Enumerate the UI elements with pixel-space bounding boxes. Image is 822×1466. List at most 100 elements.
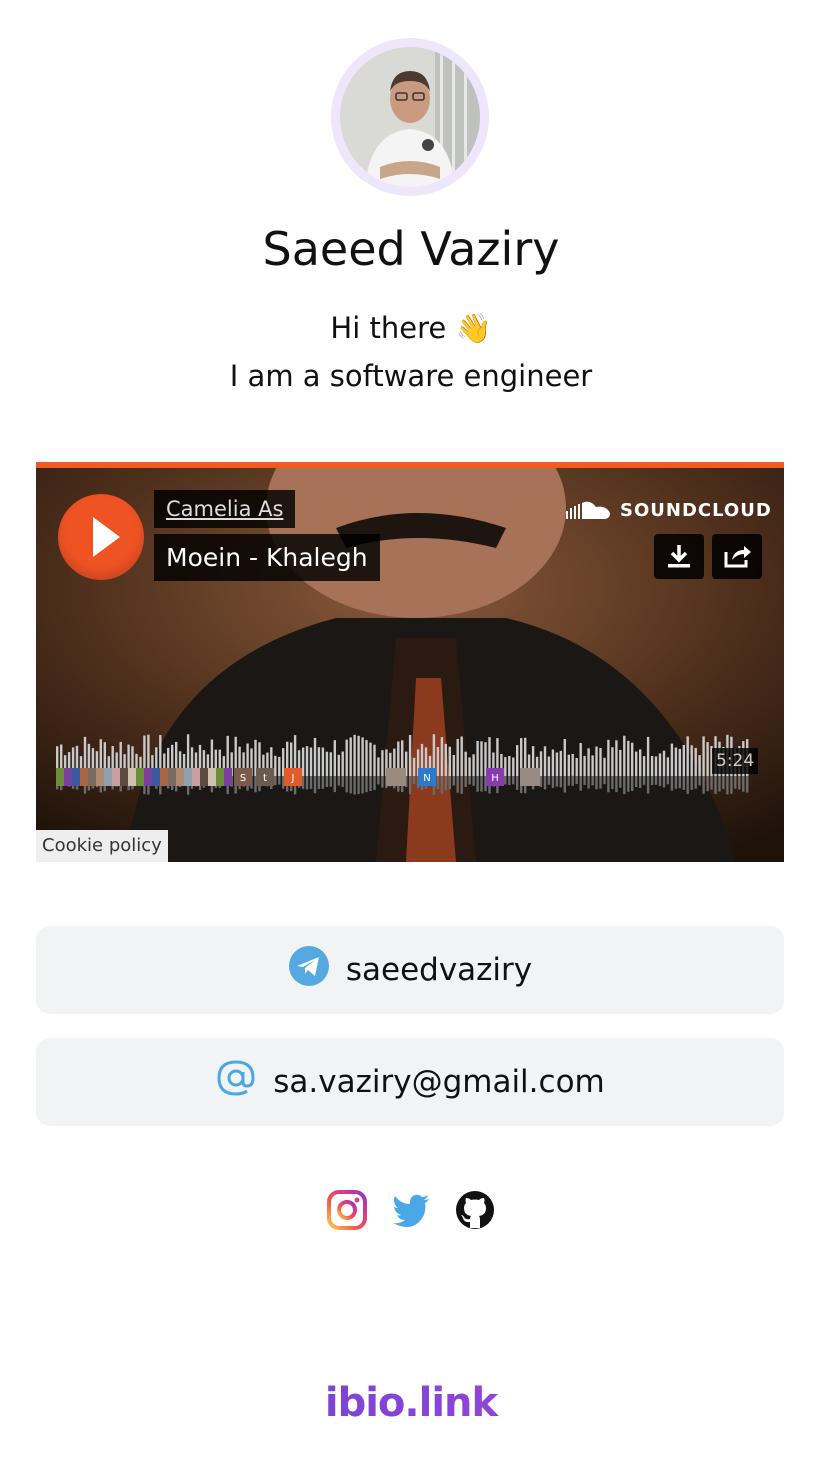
waveform-bar — [571, 754, 574, 776]
waveform-bar-reflection — [635, 776, 638, 787]
telegram-icon — [288, 945, 330, 995]
soundcloud-player[interactable]: Camelia As Moein - Khalegh SOUNDCLOUD St… — [36, 462, 784, 862]
comment-avatar[interactable] — [88, 768, 96, 786]
waveform-bar-reflection — [472, 776, 475, 786]
soundcloud-logo[interactable]: SOUNDCLOUD — [566, 498, 772, 522]
comment-marker-initial: N — [423, 773, 430, 784]
waveform-bar-reflection — [670, 776, 674, 791]
waveform-bar-reflection — [539, 776, 543, 788]
waveform-bar — [516, 745, 519, 776]
waveform-bar-reflection — [309, 776, 313, 789]
comment-avatar[interactable] — [208, 768, 216, 786]
comment-avatar[interactable] — [184, 768, 192, 786]
social-links — [0, 1190, 822, 1230]
comment-avatar[interactable] — [128, 768, 136, 786]
waveform-bar-reflection — [567, 776, 570, 786]
track-uploader-link[interactable]: Camelia As — [154, 490, 296, 528]
waveform-bar — [583, 755, 586, 776]
comment-avatar[interactable] — [80, 768, 88, 786]
comment-avatar[interactable] — [192, 768, 200, 786]
github-icon[interactable] — [455, 1190, 495, 1230]
waveform[interactable]: St J N H — [56, 712, 750, 802]
waveform-bar-reflection — [361, 776, 364, 794]
waveform-bar-reflection — [738, 776, 741, 790]
waveform-bar-reflection — [381, 776, 384, 788]
waveform-bar-reflection — [329, 776, 332, 787]
waveform-bar — [539, 751, 543, 776]
telegram-link-button[interactable]: saeedvaziry — [36, 926, 784, 1014]
waveform-bar — [682, 745, 685, 776]
waveform-bar — [325, 751, 329, 776]
at-sign-icon — [215, 1057, 257, 1107]
waveform-bar — [365, 740, 368, 776]
waveform-bar-reflection — [706, 776, 709, 792]
comment-avatar[interactable] — [176, 768, 184, 786]
download-button[interactable] — [654, 534, 704, 579]
waveform-bar — [377, 757, 380, 776]
share-button[interactable] — [712, 534, 762, 579]
track-title-link[interactable]: Moein - Khalegh — [154, 534, 380, 581]
comment-avatar[interactable] — [64, 768, 72, 786]
comment-avatar[interactable] — [168, 768, 176, 786]
comment-avatar[interactable] — [104, 768, 112, 786]
waveform-bar — [381, 750, 384, 776]
comment-avatar[interactable] — [72, 768, 80, 786]
comment-avatar[interactable] — [56, 768, 64, 786]
email-link-button[interactable]: sa.vaziry@gmail.com — [36, 1038, 784, 1126]
comment-avatar[interactable] — [136, 768, 144, 786]
waveform-bar-reflection — [377, 776, 380, 785]
comment-avatar[interactable] — [120, 768, 128, 786]
comment-avatar[interactable] — [160, 768, 168, 786]
waveform-bar-reflection — [619, 776, 622, 788]
track-duration: 5:24 — [712, 748, 759, 774]
instagram-icon[interactable] — [327, 1190, 367, 1230]
waveform-bar — [639, 749, 642, 776]
waveform-bar-reflection — [607, 776, 610, 793]
comment-avatar[interactable] — [200, 768, 208, 786]
waveform-bar-reflection — [448, 776, 451, 790]
profile-bio: Hi there 👋 I am a software engineer — [0, 304, 822, 400]
comment-avatar[interactable] — [96, 768, 104, 786]
waveform-bar-reflection — [591, 776, 594, 786]
waveform-bar — [361, 737, 364, 776]
comment-avatar[interactable] — [144, 768, 152, 786]
comment-marker-initial: J — [291, 773, 295, 784]
comment-avatar[interactable] — [152, 768, 160, 786]
waveform-bar-reflection — [690, 776, 693, 790]
waveform-bar — [591, 755, 594, 776]
waveform-bar-reflection — [512, 776, 515, 785]
twitter-icon[interactable] — [391, 1190, 431, 1230]
comment-marker-initial: H — [491, 773, 499, 784]
waveform-bar-reflection — [408, 776, 412, 795]
comment-avatar[interactable] — [216, 768, 224, 786]
ibio-brand-logo[interactable]: ibio.link — [0, 1380, 822, 1426]
waveform-bar — [369, 742, 372, 776]
waveform-bar-reflection — [678, 776, 681, 789]
waveform-bar — [436, 747, 440, 776]
comment-avatar[interactable] — [112, 768, 120, 786]
waveform-bar — [452, 755, 455, 776]
waveform-bar — [480, 741, 483, 776]
waveform-bar-reflection — [583, 776, 586, 785]
waveform-bar-reflection — [631, 776, 634, 791]
waveform-bar — [555, 752, 559, 776]
waveform-bar — [559, 750, 562, 776]
waveform-bar — [476, 741, 479, 776]
waveform-bar — [305, 746, 309, 776]
cookie-policy-link[interactable]: Cookie policy — [36, 830, 168, 862]
waveform-bar — [337, 754, 340, 776]
waveform-bar-reflection — [571, 776, 574, 786]
waveform-bar-reflection — [718, 776, 721, 792]
telegram-username: saeedvaziry — [345, 952, 533, 988]
play-button[interactable] — [58, 494, 144, 580]
comment-avatar[interactable] — [386, 768, 406, 786]
waveform-bar-reflection — [615, 776, 618, 793]
waveform-bar — [464, 751, 467, 776]
waveform-bar — [690, 745, 693, 776]
waveform-bar-reflection — [587, 776, 590, 789]
comment-avatar[interactable] — [520, 768, 540, 786]
comment-avatar[interactable] — [224, 768, 232, 786]
waveform-bar — [329, 752, 332, 776]
share-icon — [724, 546, 751, 568]
waveform-bar — [408, 735, 412, 776]
